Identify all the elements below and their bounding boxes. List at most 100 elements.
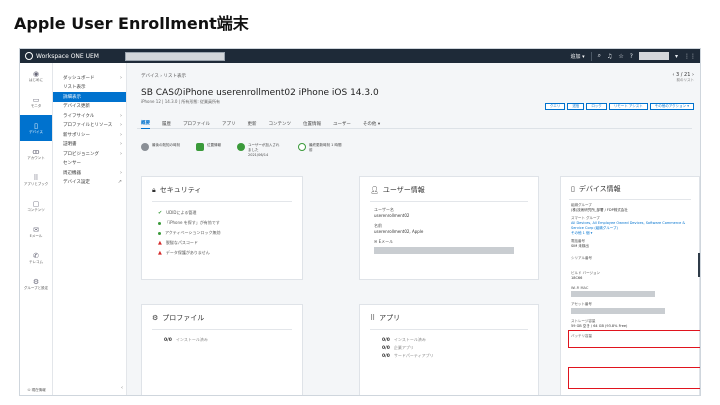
send-button[interactable]: 送信	[567, 103, 585, 110]
lock-button[interactable]: ロック	[586, 103, 607, 110]
tab-profiles[interactable]: プロファイル	[183, 118, 210, 129]
lock-icon: 🔒︎	[152, 185, 156, 194]
wifi-mac-highlight	[568, 367, 700, 389]
field-label: ✉ Eメール	[374, 239, 538, 245]
chevron-right-icon: ›	[120, 169, 122, 176]
app-count-label: サードパーティアプリ	[393, 353, 434, 358]
subnav-item-dashboard[interactable]: ダッシュボード ›	[53, 73, 126, 83]
rail-item-label: Eメール	[29, 233, 43, 238]
phone-icon: ✆	[33, 251, 39, 260]
tab-user[interactable]: ユーザー	[333, 118, 351, 129]
subnav-item-label: プロビジョニング	[63, 151, 99, 157]
slide-title: Apple User Enrollment端末	[14, 14, 249, 33]
rail-footer-info[interactable]: ① 現在情報	[20, 388, 53, 393]
smart-group-link[interactable]: All Devices, All Employee Owned Devices,…	[571, 221, 689, 231]
chevron-right-icon: ›	[120, 131, 122, 138]
search-icon[interactable]: ⌕	[598, 52, 601, 60]
status-label: 最終更新時刻 1 時間前	[309, 143, 342, 152]
chevron-down-icon[interactable]: ▾	[675, 53, 678, 60]
bell-icon[interactable]: ♫	[607, 53, 612, 60]
user-info-card: 👤︎ ユーザー情報 ユーザー名 userenrollment02 名前 user…	[359, 176, 539, 280]
profile-summary[interactable]: 0/0 インストール済み	[142, 336, 302, 344]
subnav-item-provisioning[interactable]: プロビジョニング ›	[53, 149, 126, 159]
tab-more[interactable]: その他 ▾	[363, 118, 380, 129]
help-icon[interactable]: ?	[630, 53, 633, 60]
status-enrolled: ユーザーが加入されました 2021/06/14	[237, 143, 282, 158]
tab-location[interactable]: 位置情報	[303, 118, 321, 129]
star-icon[interactable]: ☆	[618, 53, 623, 60]
security-item-text: UDIDによる管理	[166, 210, 197, 215]
rail-item-telecom[interactable]: ✆ テレコム	[20, 245, 52, 271]
subnav-item-lifecycle[interactable]: ライフサイクル ›	[53, 111, 126, 121]
subnav-item-sensors[interactable]: センサー	[53, 159, 126, 169]
rail-item-apps-books[interactable]: ⠿ アプリとブック	[20, 167, 52, 193]
tab-history[interactable]: 履歴	[162, 118, 171, 129]
add-menu[interactable]: 追加 ▾	[571, 53, 585, 60]
redacted-value	[374, 247, 514, 254]
app-count-label: インストール済み	[393, 337, 426, 342]
apps-grid-icon: ⠿	[370, 314, 376, 322]
subnav-item-list-view[interactable]: リスト表示	[53, 83, 126, 93]
chevron-right-icon: ›	[120, 74, 122, 81]
rail-item-content[interactable]: ▢ コンテンツ	[20, 193, 52, 219]
rail-item-label: アプリとブック	[23, 181, 49, 186]
profile-card: ⚙ プロファイル 0/0 インストール済み	[141, 304, 303, 395]
more-actions-button[interactable]: その他のアクション ▾	[649, 103, 694, 110]
remote-assist-button[interactable]: リモート アシスト	[608, 103, 648, 110]
tab-content[interactable]: コンテンツ	[269, 118, 292, 129]
query-button[interactable]: クエリ	[544, 103, 566, 110]
page-title: SB CASのiPhone userenrollment02 iPhone iO…	[141, 88, 379, 98]
gear-icon: ⚙	[152, 314, 159, 322]
subnav-item-profiles-resources[interactable]: プロファイルとリソース ›	[53, 121, 126, 131]
subnav-item-label: ダッシュボード	[63, 75, 95, 81]
rail-item-accounts[interactable]: ꝏ アカウント	[20, 141, 52, 167]
rail-item-getting-started[interactable]: ◉ はじめに	[20, 63, 52, 89]
collapse-nav-button[interactable]: ‹	[121, 385, 123, 391]
subnav-item-label: 新サポリシー	[63, 132, 90, 138]
external-link-icon: ↗	[117, 179, 122, 186]
app-summary-row[interactable]: 0/0 サードパーティアプリ	[360, 352, 538, 360]
device-info-org-group: 組織グループ (株)技術研究所_部署 / FDP株式会社	[561, 200, 699, 213]
grid-icon[interactable]: ⋮⋮	[684, 53, 696, 60]
pager-back-to-list[interactable]: 前のリスト	[672, 78, 695, 83]
subnav-item-device-settings[interactable]: デバイス設定 ↗	[53, 178, 126, 188]
breadcrumb[interactable]: デバイス › リスト表示	[141, 73, 186, 79]
status-location: 位置情報	[196, 143, 221, 158]
shield-icon	[196, 143, 204, 151]
tab-summary[interactable]: 概要	[141, 118, 150, 129]
refresh-icon	[298, 143, 306, 151]
subnav-item-label: デバイス設定	[63, 180, 90, 186]
app-summary-row[interactable]: 0/0 企業アプリ	[360, 344, 538, 352]
subnav-item-compliance[interactable]: 新サポリシー ›	[53, 130, 126, 140]
subnav-item-device-updates[interactable]: デバイス更新	[53, 102, 126, 112]
security-item: ✔ UDIDによる管理	[142, 208, 302, 218]
app-logo[interactable]: Workspace ONE UEM	[20, 52, 125, 60]
secondary-nav: ダッシュボード › リスト表示 詳細表示 デバイス更新 ライフサイクル › プロ…	[53, 63, 127, 395]
field-value: 59 GB 空き / 64 GB (93.8% Free)	[571, 324, 628, 328]
subnav-item-peripherals[interactable]: 周辺機器 ›	[53, 168, 126, 178]
record-pager[interactable]: ‹ 3 / 21 › 前のリスト	[672, 72, 694, 83]
rail-item-label: グループと設定	[23, 285, 49, 290]
rail-item-monitor[interactable]: ▭ モニタ	[20, 89, 52, 115]
organization-group-selector[interactable]	[125, 51, 225, 61]
side-panel-handle[interactable]	[698, 253, 700, 277]
chevron-right-icon: ›	[120, 112, 122, 119]
user-menu[interactable]	[638, 52, 669, 60]
subnav-item-certificates[interactable]: 証明書 ›	[53, 140, 126, 150]
check-icon: ✔	[158, 210, 163, 216]
rail-item-devices[interactable]: ▯ デバイス	[20, 115, 52, 141]
profile-count: 0/0	[164, 337, 172, 343]
card-title-text: プロファイル	[162, 314, 205, 322]
device-actions: クエリ 送信 ロック リモート アシスト その他のアクション ▾	[544, 103, 694, 110]
rail-item-email[interactable]: ✉ Eメール	[20, 219, 52, 245]
tab-apps[interactable]: アプリ	[222, 118, 236, 129]
rail-item-groups-settings[interactable]: ⚙ グループと設定	[20, 271, 52, 297]
card-title-text: アプリ	[379, 314, 401, 322]
card-title-text: デバイス情報	[578, 185, 621, 193]
security-item: ▲ データ保護がありません	[142, 248, 302, 258]
app-summary-row[interactable]: 0/0 インストール済み	[360, 336, 538, 344]
status-label: 最後の既知の時刻	[152, 143, 180, 147]
status-date: 2021/06/14	[248, 153, 269, 157]
tab-updates[interactable]: 更新	[248, 118, 257, 129]
subnav-item-details-view[interactable]: 詳細表示	[53, 92, 126, 102]
